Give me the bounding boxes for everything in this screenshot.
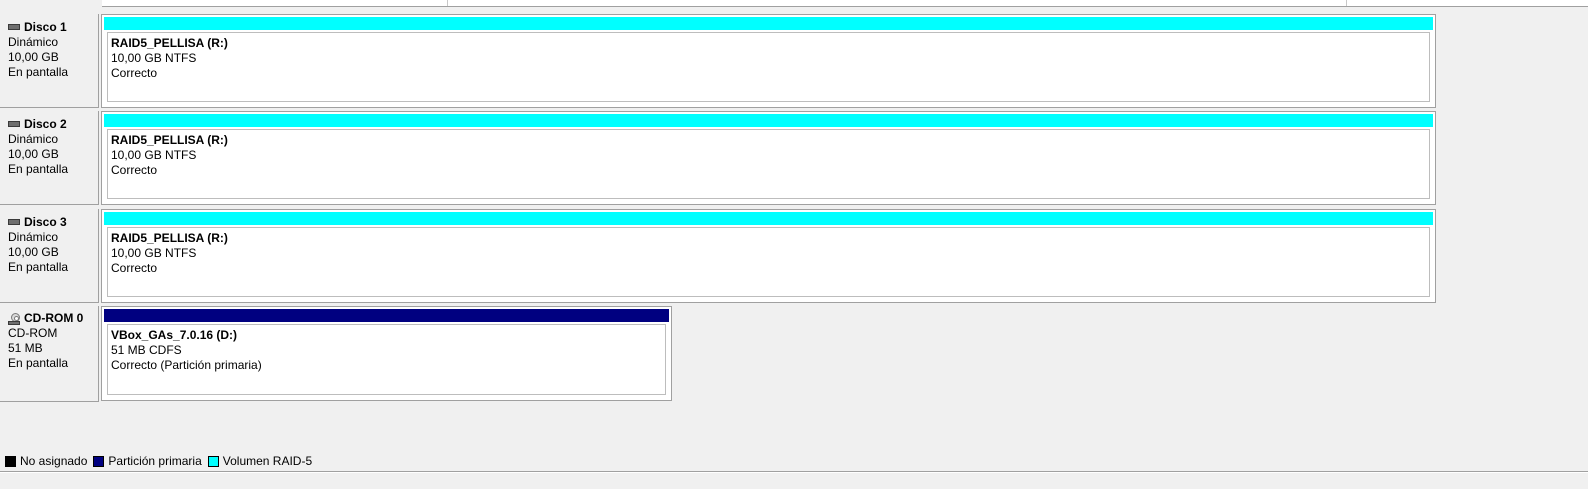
- disk-type: Dinámico: [8, 132, 59, 146]
- disk-row-disco-1: Disco 1 Dinámico 10,00 GB En pantalla RA…: [0, 14, 1588, 108]
- disk-status: En pantalla: [8, 260, 69, 274]
- disk-status: En pantalla: [8, 356, 69, 370]
- volume-status: Correcto: [111, 261, 158, 275]
- volume-vbox-gas-cd[interactable]: VBox_GAs_7.0.16 (D:) 51 MB CDFS Correcto…: [101, 306, 672, 401]
- disk-row-disco-2: Disco 2 Dinámico 10,00 GB En pantalla RA…: [0, 111, 1588, 205]
- disk-type: CD-ROM: [8, 326, 58, 340]
- legend-item-raid5-volume: Volumen RAID-5: [207, 454, 313, 468]
- column-divider: [1346, 0, 1347, 6]
- disk-name: CD-ROM 0: [24, 311, 84, 325]
- volume-label: RAID5_PELLISA (R:): [111, 36, 228, 50]
- legend-swatch: [207, 455, 219, 467]
- upper-pane-edge: [0, 0, 1588, 7]
- hard-disk-icon: [8, 23, 20, 30]
- volume-details: RAID5_PELLISA (R:) 10,00 GB NTFS Correct…: [107, 32, 1430, 102]
- volume-type-bar: [104, 212, 1433, 225]
- disk-info-disco-1[interactable]: Disco 1 Dinámico 10,00 GB En pantalla: [0, 14, 99, 108]
- disk-row-cd-rom-0: CD-ROM 0 CD-ROM 51 MB En pantalla VBox_G…: [0, 306, 1588, 402]
- column-divider: [447, 0, 448, 6]
- hard-disk-icon: [8, 120, 20, 127]
- disk-row-disco-3: Disco 3 Dinámico 10,00 GB En pantalla RA…: [0, 209, 1588, 303]
- volume-details: RAID5_PELLISA (R:) 10,00 GB NTFS Correct…: [107, 227, 1430, 297]
- volume-label: RAID5_PELLISA (R:): [111, 231, 228, 245]
- legend-item-unallocated: No asignado: [5, 454, 87, 468]
- disk-size: 51 MB: [8, 341, 43, 355]
- disk-status: En pantalla: [8, 65, 69, 79]
- disk-name: Disco 3: [24, 215, 67, 229]
- volume-raid5-pellisa-disco-2[interactable]: RAID5_PELLISA (R:) 10,00 GB NTFS Correct…: [101, 111, 1436, 205]
- volume-status: Correcto: [111, 66, 158, 80]
- volume-raid5-pellisa-disco-1[interactable]: RAID5_PELLISA (R:) 10,00 GB NTFS Correct…: [101, 14, 1436, 108]
- volume-size-fs: 10,00 GB NTFS: [111, 51, 197, 65]
- volume-type-bar: [104, 309, 669, 322]
- disk-name-line: CD-ROM 0: [8, 311, 98, 326]
- disk-size: 10,00 GB: [8, 50, 59, 64]
- disk-size: 10,00 GB: [8, 147, 59, 161]
- volume-label: RAID5_PELLISA (R:): [111, 133, 228, 147]
- volume-status: Correcto (Partición primaria): [111, 358, 262, 372]
- volume-size-fs: 51 MB CDFS: [111, 343, 182, 357]
- volume-status: Correcto: [111, 163, 158, 177]
- volume-type-bar: [104, 17, 1433, 30]
- disk-type: Dinámico: [8, 35, 59, 49]
- disk-size: 10,00 GB: [8, 245, 59, 259]
- disk-name: Disco 1: [24, 20, 67, 34]
- disk-status: En pantalla: [8, 162, 69, 176]
- disk-name-line: Disco 2: [8, 117, 98, 132]
- volume-type-bar: [104, 114, 1433, 127]
- legend-label: Partición primaria: [108, 454, 202, 468]
- volume-label: VBox_GAs_7.0.16 (D:): [111, 328, 238, 342]
- legend-label: No asignado: [20, 454, 88, 468]
- legend-label: Volumen RAID-5: [222, 454, 313, 468]
- volume-raid5-pellisa-disco-3[interactable]: RAID5_PELLISA (R:) 10,00 GB NTFS Correct…: [101, 209, 1436, 303]
- legend-swatch: [93, 455, 105, 467]
- legend-item-primary-partition: Partición primaria: [93, 454, 202, 468]
- volume-size-fs: 10,00 GB NTFS: [111, 148, 197, 162]
- disk-info-disco-2[interactable]: Disco 2 Dinámico 10,00 GB En pantalla: [0, 111, 99, 205]
- disk-name: Disco 2: [24, 117, 67, 131]
- disk-name-line: Disco 3: [8, 215, 98, 230]
- upper-pane-scroll-area[interactable]: [102, 0, 1588, 7]
- cd-rom-icon: [8, 312, 20, 325]
- disk-info-cd-rom-0[interactable]: CD-ROM 0 CD-ROM 51 MB En pantalla: [0, 306, 99, 402]
- volume-details: VBox_GAs_7.0.16 (D:) 51 MB CDFS Correcto…: [107, 324, 666, 395]
- volume-details: RAID5_PELLISA (R:) 10,00 GB NTFS Correct…: [107, 129, 1430, 199]
- volume-size-fs: 10,00 GB NTFS: [111, 246, 197, 260]
- disk-info-disco-3[interactable]: Disco 3 Dinámico 10,00 GB En pantalla: [0, 209, 99, 303]
- status-divider-highlight: [0, 472, 1588, 473]
- disk-name-line: Disco 1: [8, 20, 98, 35]
- disk-type: Dinámico: [8, 230, 59, 244]
- legend: No asignado Partición primaria Volumen R…: [0, 452, 318, 470]
- legend-swatch: [5, 455, 16, 467]
- hard-disk-icon: [8, 218, 20, 225]
